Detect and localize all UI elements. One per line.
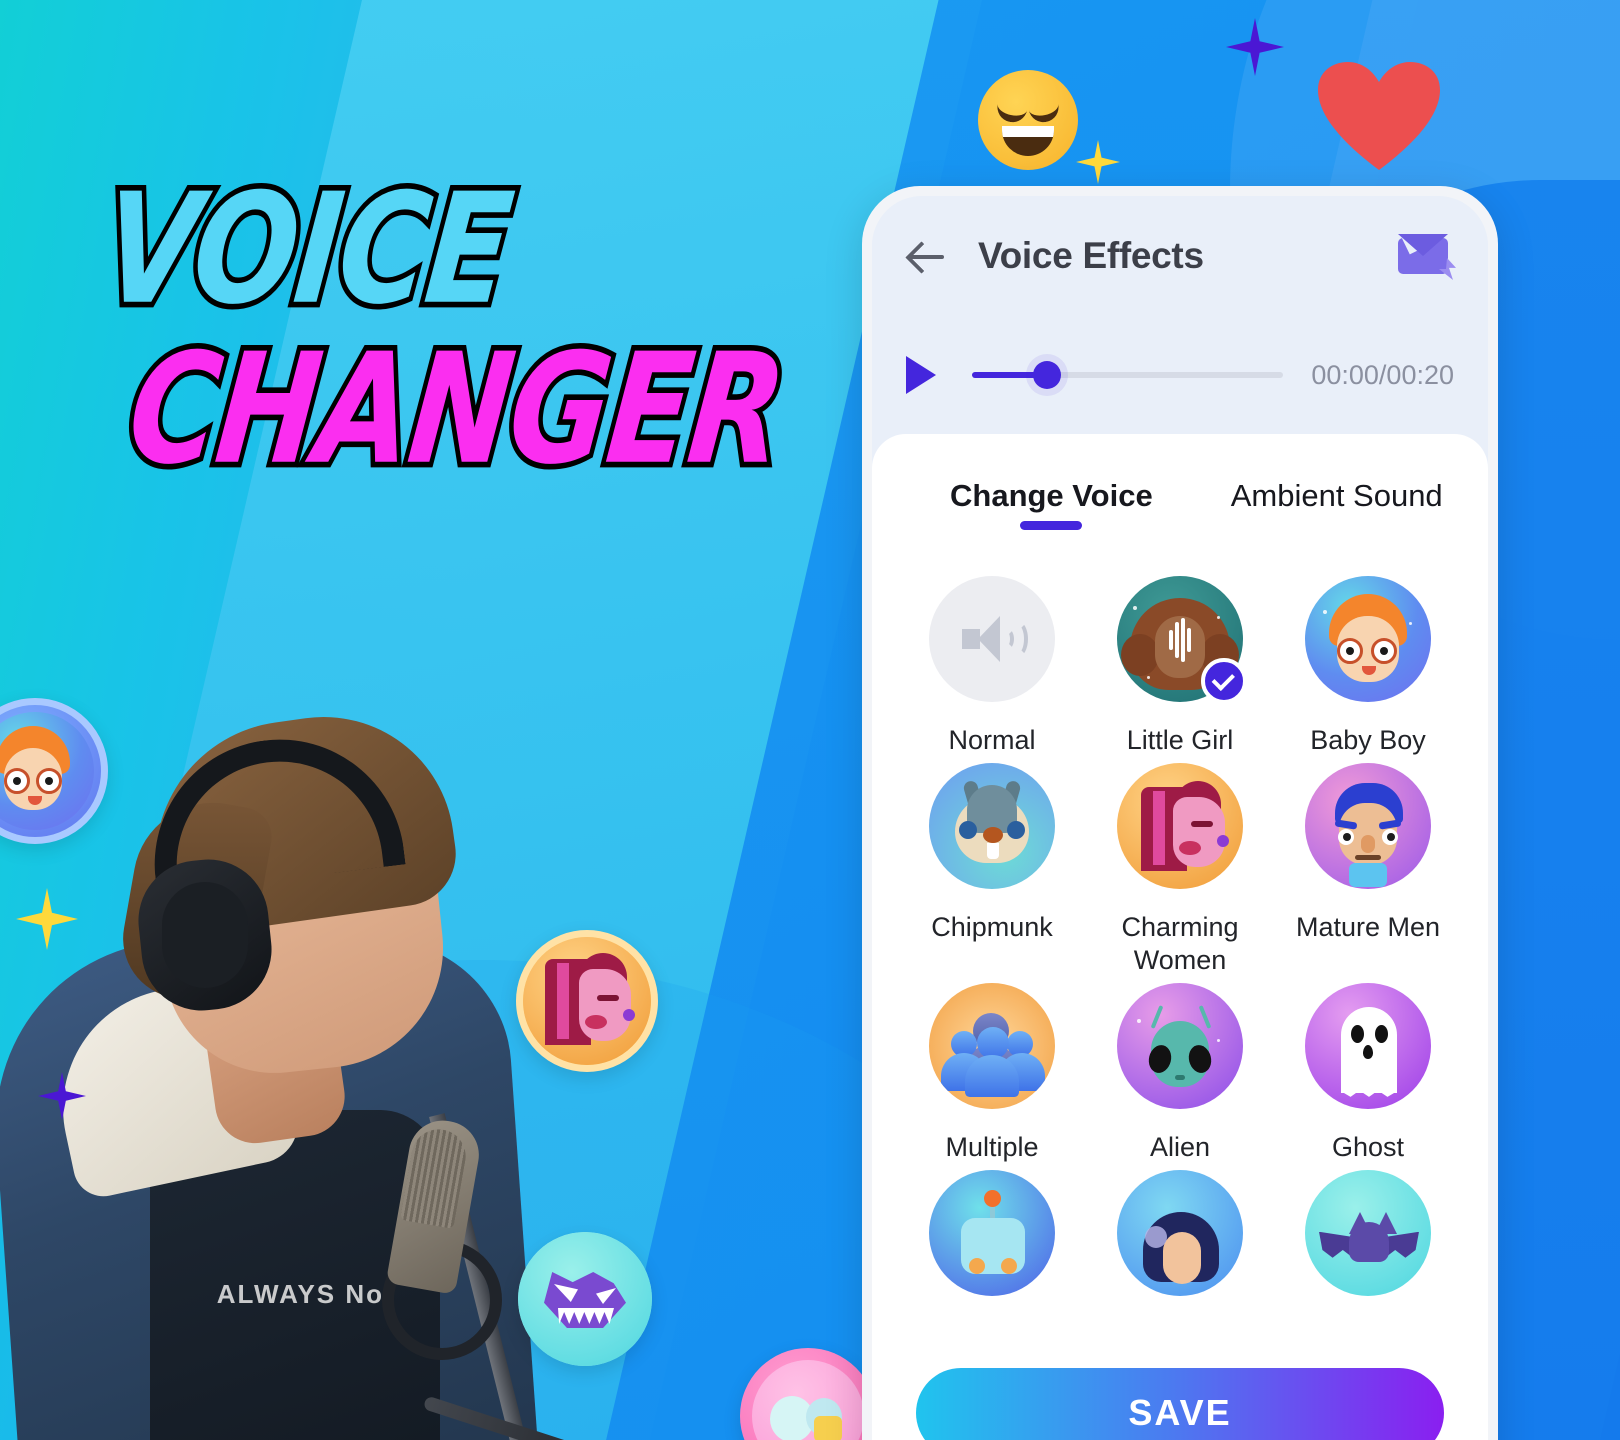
- bat-art: [1305, 1169, 1431, 1296]
- emoji-teeth: [1002, 126, 1054, 137]
- effect-label: Ghost: [1331, 1131, 1405, 1162]
- effect-item-bat[interactable]: [1274, 1169, 1462, 1318]
- baby-boy-art: [1305, 576, 1431, 702]
- effect-label: Mature Men: [1295, 911, 1441, 942]
- chipmunk-art: [929, 762, 1055, 889]
- effect-label: Little Girl: [1126, 725, 1234, 755]
- floating-badge-monster: [518, 1232, 652, 1366]
- effect-item-alien[interactable]: Alien: [1086, 982, 1274, 1164]
- progress-knob[interactable]: [1032, 361, 1061, 389]
- save-button[interactable]: SAVE: [916, 1368, 1444, 1440]
- speaker-icon: [962, 616, 1028, 662]
- effect-avatar: [1305, 982, 1431, 1109]
- save-bar: SAVE: [872, 1326, 1488, 1440]
- robot-art: [929, 1169, 1055, 1296]
- emoji-eye-right: [1028, 103, 1062, 125]
- effect-avatar: [1305, 1169, 1431, 1296]
- play-icon[interactable]: [906, 356, 936, 394]
- baby-boy-art: [0, 712, 94, 830]
- floating-badge-charming-women: [516, 930, 658, 1072]
- promo-title: VOICE CHANGER: [90, 155, 796, 502]
- effect-item-dark-girl[interactable]: [1086, 1169, 1274, 1318]
- effect-avatar: [929, 1169, 1055, 1296]
- headphones-cup-inner: [162, 882, 248, 988]
- playback-time: 00:00/00:20: [1311, 359, 1454, 390]
- effect-avatar: [929, 576, 1055, 702]
- ghost-art: [1305, 982, 1431, 1109]
- effect-label: Charming Women: [1121, 911, 1239, 975]
- tab-bar: Change Voice Ambient Sound: [872, 434, 1488, 530]
- alien-art: [1117, 982, 1243, 1109]
- laughing-emoji-icon: [978, 70, 1078, 170]
- effect-avatar: [1305, 762, 1431, 889]
- envelope-flap: [1398, 234, 1448, 256]
- envelope-icon[interactable]: [1398, 234, 1456, 280]
- phone-mockup: Voice Effects 00:00/00:20 Change Voice A…: [862, 186, 1498, 1440]
- emoji-eye-left: [994, 103, 1028, 125]
- audio-player: 00:00/00:20: [872, 316, 1488, 434]
- photo-shirt-text: ALWAYS No.: [216, 1279, 394, 1309]
- normal-icon: [929, 576, 1055, 702]
- effect-label: Baby Boy: [1310, 725, 1426, 755]
- heart-icon: [1318, 62, 1440, 170]
- effect-item-little-girl[interactable]: Little Girl: [1086, 576, 1274, 757]
- promo-title-line2: CHANGER: [116, 315, 796, 503]
- effect-label: Normal: [948, 725, 1036, 755]
- page-title: Voice Effects: [978, 235, 1204, 276]
- mature-men-art: [1305, 762, 1431, 889]
- effect-item-charming-women[interactable]: Charming Women: [1086, 762, 1274, 977]
- selected-check-icon: [1201, 658, 1247, 704]
- effect-avatar: [929, 982, 1055, 1109]
- tab-ambient-sound[interactable]: Ambient Sound: [1231, 478, 1443, 530]
- emoji-mouth: [1002, 126, 1054, 156]
- multiple-people-icon: [929, 982, 1055, 1109]
- effect-avatar: [1117, 576, 1247, 704]
- pink-badge-art: [752, 1360, 864, 1440]
- effect-item-ghost[interactable]: Ghost: [1274, 982, 1462, 1164]
- effect-avatar: [929, 762, 1055, 889]
- charming-women-art: [523, 937, 651, 1065]
- effect-item-chipmunk[interactable]: Chipmunk: [898, 762, 1086, 977]
- effect-avatar: [1117, 982, 1243, 1109]
- progress-slider[interactable]: [972, 361, 1284, 389]
- back-arrow-icon[interactable]: [906, 235, 948, 277]
- effect-item-mature-men[interactable]: Mature Men: [1274, 762, 1462, 977]
- monster-art: [518, 1232, 652, 1366]
- effects-card: Change Voice Ambient Sound Normal Little…: [872, 434, 1488, 1440]
- promo-title-line1: VOICE: [90, 155, 523, 343]
- phone-screen: Voice Effects 00:00/00:20 Change Voice A…: [872, 196, 1488, 1440]
- effect-avatar: [1117, 1169, 1243, 1296]
- charming-women-art: [1117, 762, 1243, 889]
- waveform-icon: [1169, 618, 1191, 662]
- tab-change-voice[interactable]: Change Voice: [950, 478, 1153, 530]
- effect-label: Chipmunk: [931, 911, 1053, 942]
- effect-label: Alien: [1149, 1131, 1211, 1162]
- app-header: Voice Effects: [872, 196, 1488, 316]
- effect-avatar: [1305, 576, 1431, 702]
- effect-item-multiple[interactable]: Multiple: [898, 982, 1086, 1164]
- effect-avatar: [1117, 762, 1243, 889]
- dark-girl-art: [1117, 1169, 1243, 1296]
- effect-item-normal[interactable]: Normal: [898, 576, 1086, 757]
- effect-label: Multiple: [945, 1131, 1039, 1162]
- effect-item-baby-boy[interactable]: Baby Boy: [1274, 576, 1462, 757]
- effect-item-robot[interactable]: [898, 1169, 1086, 1318]
- effects-grid: Normal Little Girl Baby Boy Chipmunk Cha…: [872, 530, 1488, 1440]
